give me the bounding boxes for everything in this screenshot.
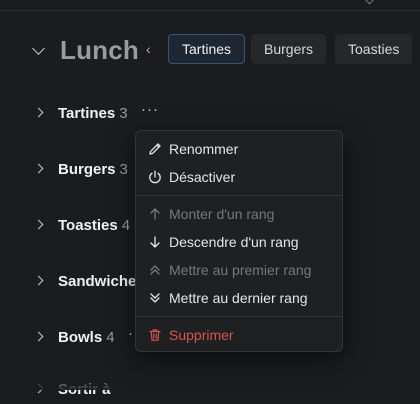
double-chevron-down-icon [150, 293, 160, 303]
expand-chevron-icon[interactable] [33, 163, 44, 174]
section-header: Lunch ‹ Tartines Burgers Toasties [0, 30, 420, 70]
menu-item-label: Supprimer [169, 327, 234, 343]
expand-chevron-icon[interactable] [33, 331, 44, 342]
menu-item-label: Désactiver [169, 169, 236, 185]
menu-item-label: Mettre au dernier rang [169, 290, 308, 306]
row-count: 3 [119, 105, 128, 122]
menu-item-move-up[interactable]: Monter d'un rang [136, 201, 342, 227]
row-count: 3 [119, 161, 128, 178]
row-count: 4 [121, 217, 131, 234]
section-title: Lunch [60, 35, 139, 65]
tab-tartines[interactable]: Tartines [168, 34, 246, 64]
context-menu: Renommer Désactiver Monter d'un rang Des… [135, 130, 343, 352]
expand-chevron-icon[interactable] [33, 275, 44, 286]
menu-divider [136, 195, 342, 196]
row-name: Burgers [58, 161, 116, 178]
expand-chevron-icon[interactable] [33, 107, 44, 118]
tabs-scroll-left-icon[interactable]: ‹ [146, 41, 151, 57]
menu-item-move-down[interactable]: Descendre d'un rang [136, 229, 342, 255]
row-name: Tartines [58, 105, 116, 122]
menu-item-move-to-bottom[interactable]: Mettre au dernier rang [136, 285, 342, 311]
menu-item-delete[interactable]: Supprimer [136, 322, 342, 348]
more-options-icon[interactable]: · [128, 325, 134, 342]
menu-item-label: Descendre d'un rang [169, 234, 299, 250]
top-bar [0, 0, 420, 11]
menu-item-label: Mettre au premier rang [169, 262, 312, 278]
menu-item-label: Monter d'un rang [169, 206, 275, 222]
double-chevron-up-icon [150, 265, 160, 275]
menu-divider [136, 316, 342, 317]
tab-burgers[interactable]: Burgers [251, 34, 327, 64]
collapse-chevron-icon[interactable] [32, 42, 45, 55]
row-name: Sandwiche [58, 273, 137, 290]
pencil-icon [149, 143, 161, 155]
menu-item-move-to-top[interactable]: Mettre au premier rang [136, 257, 342, 283]
list-item[interactable]: Tartines 3 ··· [0, 100, 170, 128]
arrow-up-icon [150, 208, 160, 220]
row-name: Toasties [58, 217, 118, 234]
menu-item-rename[interactable]: Renommer [136, 136, 342, 162]
power-icon [149, 170, 161, 184]
trash-icon [149, 329, 161, 341]
expand-chevron-icon[interactable] [33, 219, 44, 230]
more-options-icon[interactable]: ··· [141, 101, 159, 118]
arrow-down-icon [150, 236, 160, 248]
menu-item-label: Renommer [169, 141, 239, 157]
row-name: Bowls [58, 329, 103, 346]
tab-toasties[interactable]: Toasties [335, 34, 413, 64]
row-count: 4 [106, 329, 115, 346]
chevron-down-icon[interactable] [364, 0, 375, 5]
bottom-fade [0, 370, 420, 390]
menu-item-deactivate[interactable]: Désactiver [136, 164, 342, 190]
